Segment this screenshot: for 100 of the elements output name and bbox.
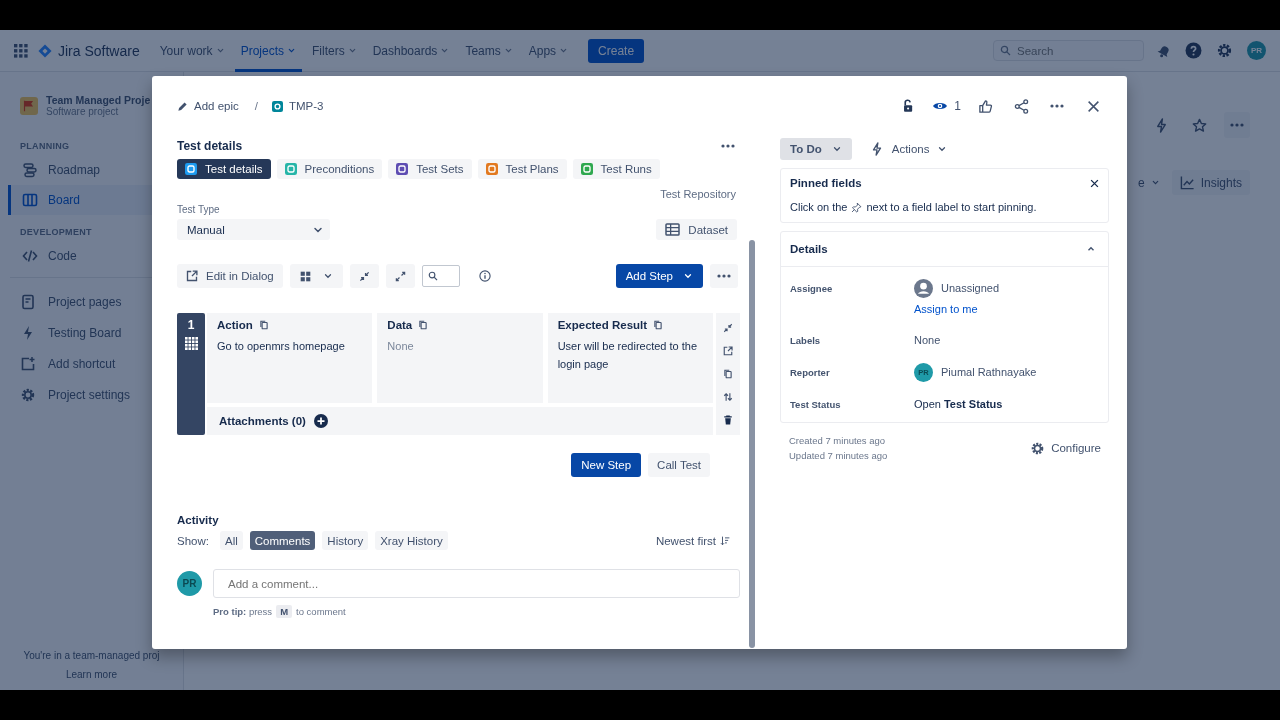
panel-title: Details bbox=[790, 243, 828, 255]
thumbs-up-icon bbox=[977, 98, 993, 114]
search-field[interactable]: Search bbox=[993, 40, 1144, 61]
chevron-down-icon bbox=[683, 271, 693, 281]
field-value: User will be redirected to the login page bbox=[557, 339, 699, 372]
keyboard-key: M bbox=[276, 605, 293, 618]
settings-icon bbox=[20, 386, 36, 403]
actions-dropdown[interactable]: Actions bbox=[869, 142, 948, 156]
updated-time: Updated 7 minutes ago bbox=[789, 450, 888, 461]
field-value: None bbox=[387, 339, 415, 354]
section-title: Test details bbox=[177, 139, 243, 153]
issue-key-link[interactable]: TMP-3 bbox=[288, 100, 324, 112]
lock-icon bbox=[901, 99, 915, 113]
step-field[interactable]: Data None bbox=[377, 313, 543, 403]
status-dropdown[interactable]: To Do bbox=[780, 138, 852, 160]
tab[interactable]: Test Runs bbox=[572, 159, 660, 179]
swap-icon[interactable] bbox=[723, 391, 733, 402]
help-icon[interactable] bbox=[1185, 42, 1202, 59]
timeline-icon bbox=[22, 162, 38, 178]
sort-button[interactable]: Newest first bbox=[655, 534, 740, 547]
add-step-button[interactable]: Add Step bbox=[615, 264, 703, 288]
tab[interactable]: Test details bbox=[177, 159, 271, 179]
diamond-logo-icon bbox=[38, 43, 52, 58]
chevron-down-icon bbox=[440, 46, 450, 55]
tab[interactable]: Test Plans bbox=[477, 159, 567, 179]
chevron-down-icon bbox=[215, 46, 225, 55]
attachments-label: Attachments (0) bbox=[219, 415, 306, 427]
copy-icon[interactable] bbox=[418, 320, 429, 330]
pinned-hint-text: Click on the bbox=[790, 201, 848, 213]
chevron-down-icon bbox=[503, 46, 513, 55]
collapse-button[interactable] bbox=[349, 264, 379, 288]
table-icon bbox=[665, 223, 681, 236]
field-value: Unassigned bbox=[941, 282, 1000, 294]
info-icon[interactable] bbox=[478, 270, 491, 282]
search-icon bbox=[427, 271, 438, 281]
tab[interactable]: Preconditions bbox=[276, 159, 383, 179]
step-field[interactable]: Expected Result User will be redirected to the login page bbox=[547, 313, 713, 403]
layout-dropdown[interactable] bbox=[289, 264, 343, 288]
activity-filter[interactable]: History bbox=[322, 531, 369, 550]
share-icon bbox=[1013, 98, 1029, 114]
field-label: Reporter bbox=[790, 365, 831, 380]
chevron-down-icon bbox=[322, 271, 333, 281]
field-label: Test Status bbox=[790, 397, 842, 412]
show-label: Show: bbox=[177, 534, 209, 547]
field-heading: Data bbox=[387, 319, 413, 331]
field-value[interactable]: Open Test Status bbox=[914, 398, 1003, 410]
external-link-icon[interactable] bbox=[723, 346, 733, 357]
dataset-button[interactable]: Dataset bbox=[656, 219, 737, 240]
field-value: Piumal Rathnayake bbox=[941, 366, 1037, 378]
copy-icon[interactable] bbox=[653, 320, 664, 330]
field-label: Assignee bbox=[790, 281, 834, 296]
add-epic-link[interactable]: Add epic bbox=[177, 100, 239, 112]
configure-button[interactable]: Configure bbox=[1030, 440, 1101, 456]
call-test-button[interactable]: Call Test bbox=[648, 453, 710, 477]
assign-to-me-link[interactable]: Assign to me bbox=[914, 299, 978, 319]
step-number-bar[interactable]: 1 bbox=[177, 313, 205, 435]
activity-filter[interactable]: Xray History bbox=[375, 531, 448, 550]
product-name[interactable]: Jira Software bbox=[58, 42, 140, 59]
bell-icon[interactable] bbox=[1156, 43, 1171, 58]
test-repository-link[interactable]: Test Repository bbox=[660, 188, 740, 200]
grid-icon bbox=[299, 270, 311, 282]
board-icon bbox=[22, 192, 38, 208]
user-icon bbox=[914, 278, 933, 298]
app-grid-icon[interactable] bbox=[14, 43, 28, 58]
page-icon bbox=[20, 293, 36, 310]
copy-icon[interactable] bbox=[258, 320, 269, 330]
field-heading: Expected Result bbox=[557, 319, 648, 331]
search-field[interactable] bbox=[421, 265, 460, 287]
external-link-icon bbox=[186, 270, 198, 282]
collapse-icon[interactable] bbox=[723, 323, 733, 334]
activity-filter[interactable]: Comments bbox=[249, 531, 316, 550]
add-icon[interactable] bbox=[313, 414, 328, 428]
scrollbar-thumb[interactable] bbox=[749, 240, 755, 648]
created-time: Created 7 minutes ago bbox=[789, 435, 887, 446]
copy-icon[interactable] bbox=[723, 369, 733, 379]
chevron-down-icon bbox=[347, 46, 357, 55]
sort-icon bbox=[720, 535, 730, 546]
edit-in-dialog-button[interactable]: Edit in Dialog bbox=[177, 264, 283, 288]
delete-icon[interactable] bbox=[723, 414, 733, 425]
test-type-dropdown[interactable]: Manual bbox=[177, 219, 330, 240]
close-button[interactable] bbox=[1090, 178, 1099, 188]
field-label: Labels bbox=[790, 333, 822, 348]
chart-icon bbox=[1179, 175, 1195, 190]
drag-handle-icon[interactable] bbox=[184, 337, 198, 350]
close-icon bbox=[1086, 99, 1100, 113]
settings-icon bbox=[1216, 42, 1233, 59]
field-value: None bbox=[914, 334, 941, 346]
comment-field[interactable]: Add a comment... bbox=[213, 569, 740, 598]
chevron-down-icon bbox=[559, 46, 569, 55]
step-field[interactable]: Action Go to openmrs homepage bbox=[207, 313, 373, 403]
breadcrumb-separator: / bbox=[254, 100, 258, 112]
close-icon bbox=[1090, 178, 1099, 188]
activity-filter[interactable]: All bbox=[219, 531, 243, 550]
chevron-down-icon bbox=[1150, 178, 1160, 187]
panel-title: Pinned fields bbox=[790, 177, 862, 189]
field-heading: Action bbox=[217, 319, 253, 331]
tab[interactable]: Test Sets bbox=[388, 159, 472, 179]
field-value: Go to openmrs homepage bbox=[217, 339, 346, 354]
new-step-button[interactable]: New Step bbox=[571, 453, 642, 477]
watch-button[interactable]: 1 bbox=[932, 94, 961, 118]
